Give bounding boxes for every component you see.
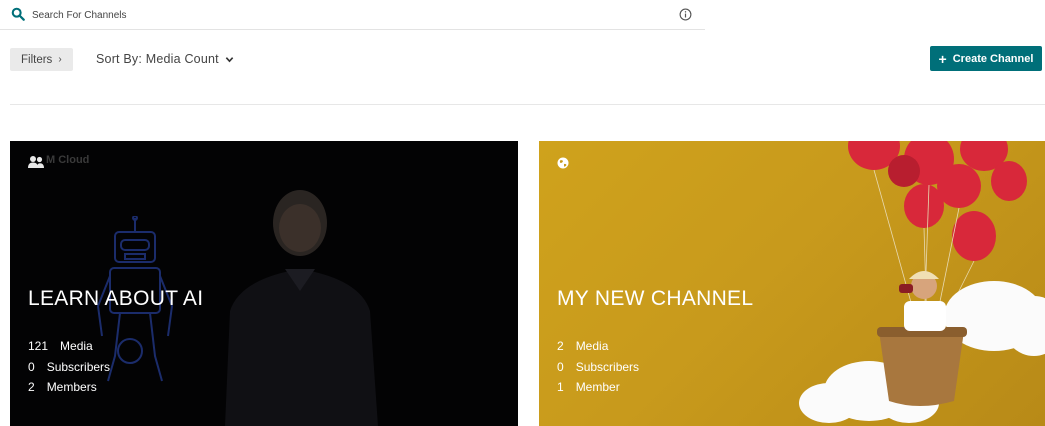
channel-card[interactable]: M Cloud LEARN ABOUT AI 121 Media 0 Subsc… <box>10 141 518 426</box>
channel-card[interactable]: MY NEW CHANNEL 2 Media 0 Subscribers 1 M… <box>539 141 1045 426</box>
stat-label: Subscribers <box>575 359 640 374</box>
search-icon[interactable] <box>11 7 25 21</box>
stat-media: 2 Media <box>557 336 639 357</box>
stat-media: 121 Media <box>28 336 110 357</box>
filters-label: Filters <box>21 53 53 66</box>
stat-count: 1 <box>557 380 564 394</box>
stat-label: Media <box>575 339 609 353</box>
stat-label: Media <box>60 339 93 353</box>
stat-count: 0 <box>557 359 564 374</box>
chevron-right-icon: › <box>58 54 62 65</box>
stat-count: 2 <box>28 380 35 394</box>
stat-label: Members <box>46 380 97 394</box>
stat-label: Subscribers <box>46 359 111 374</box>
presenter-image <box>225 190 378 426</box>
create-channel-label: Create Channel <box>952 52 1034 65</box>
channel-owner-text: M Cloud <box>46 154 90 166</box>
divider <box>10 104 1045 105</box>
channel-stats: 2 Media 0 Subscribers 1 Member <box>557 336 639 398</box>
stat-count: 2 <box>557 339 564 353</box>
channel-title[interactable]: LEARN ABOUT AI <box>28 287 203 311</box>
search-bar <box>0 0 705 30</box>
sort-by-dropdown[interactable]: Sort By: Media Count <box>96 52 234 66</box>
stat-subscribers: 0 Subscribers <box>28 357 110 378</box>
plus-icon: + <box>938 50 947 67</box>
chevron-down-icon <box>225 56 234 62</box>
stat-subscribers: 0 Subscribers <box>557 357 639 378</box>
stat-members: 2 Members <box>28 377 110 398</box>
globe-icon <box>557 157 569 169</box>
stat-count: 0 <box>28 359 35 374</box>
users-icon <box>28 156 44 168</box>
channel-title[interactable]: MY NEW CHANNEL <box>557 287 753 311</box>
stat-label: Member <box>575 380 620 394</box>
create-channel-button[interactable]: + Create Channel <box>930 46 1042 71</box>
stat-count: 121 <box>28 339 49 353</box>
stat-members: 1 Member <box>557 377 639 398</box>
sort-by-label: Sort By: Media Count <box>96 52 219 66</box>
info-icon[interactable] <box>679 8 692 21</box>
filters-button[interactable]: Filters › <box>10 48 73 71</box>
search-input[interactable] <box>32 6 632 24</box>
channel-stats: 121 Media 0 Subscribers 2 Members <box>28 336 110 398</box>
